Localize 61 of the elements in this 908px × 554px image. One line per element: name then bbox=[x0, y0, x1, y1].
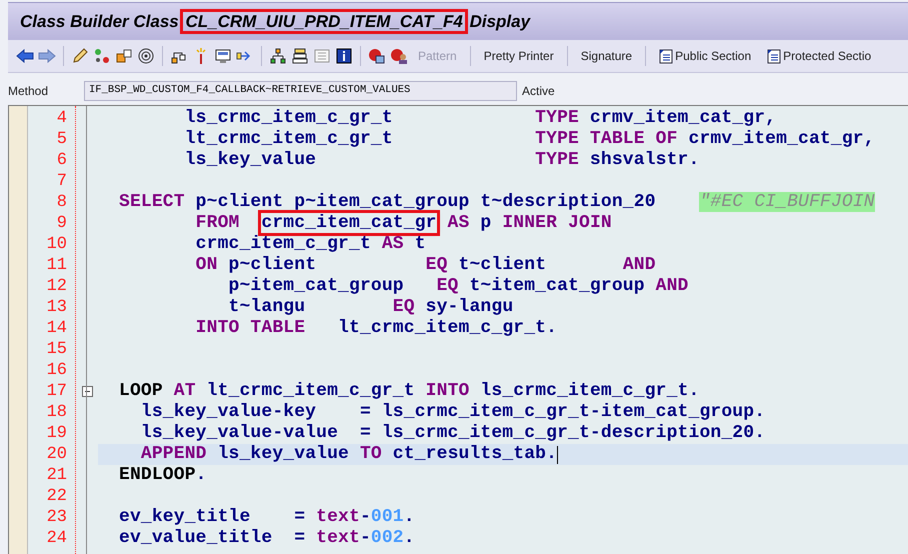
line-number: 7 bbox=[56, 171, 68, 192]
code-line: ON p~client EQ t~client AND bbox=[194, 255, 656, 276]
toolbar-button[interactable]: Pretty Printer bbox=[478, 47, 560, 65]
back-arrow-icon[interactable] bbox=[16, 49, 34, 63]
spiral-icon[interactable] bbox=[137, 47, 155, 65]
code-line: INTO TABLE lt_crmc_item_c_gr_t. bbox=[194, 318, 558, 339]
line-number: 14 bbox=[46, 318, 68, 339]
text-cursor bbox=[557, 446, 558, 464]
code-line: ls_key_value-value = ls_crmc_item_c_gr_t-description_20. bbox=[140, 423, 766, 444]
line-number: 24 bbox=[46, 528, 68, 549]
line-number: 15 bbox=[46, 339, 68, 360]
code-line: APPEND ls_key_value TO ct_results_tab. bbox=[140, 444, 558, 465]
toolbar-button[interactable]: Protected Sectio bbox=[761, 47, 878, 65]
code-line: ls_key_value TYPE shsvalstr. bbox=[184, 150, 700, 171]
method-field[interactable]: IF_BSP_WD_CUSTOM_F4_CALLBACK~RETRIEVE_CUSTOM_VALUES bbox=[84, 81, 517, 101]
screen-icon[interactable] bbox=[214, 47, 232, 65]
fold-toggle[interactable] bbox=[82, 386, 92, 397]
code-line: crmc_item_c_gr_t AS t bbox=[194, 234, 426, 255]
code-line: ev_value_title = text-002. bbox=[119, 528, 415, 549]
method-label: Method bbox=[8, 83, 50, 100]
line-number: 11 bbox=[46, 255, 68, 276]
boxes-icon[interactable] bbox=[115, 47, 133, 65]
line-number: 8 bbox=[56, 192, 68, 213]
code-line: t~langu EQ sy-langu bbox=[228, 297, 514, 318]
code-line: FROM crmc_item_cat_gr AS p INNER JOIN bbox=[119, 213, 612, 234]
toolbar-button[interactable]: Signature bbox=[574, 47, 638, 65]
code-line: ls_key_value-key = ls_crmc_item_c_gr_t-item_cat_group. bbox=[140, 402, 766, 423]
dots-icon[interactable] bbox=[93, 47, 111, 65]
code-line: ev_key_title = text-001. bbox=[119, 507, 415, 528]
line-number: 12 bbox=[46, 276, 68, 297]
code-line: SELECT p~client p~item_cat_group t~description_20 "#EC CI_BUFFJOIN bbox=[119, 192, 875, 213]
line-number: 16 bbox=[46, 360, 68, 381]
window-title: Class Builder Class CL_CRM_UIU_PRD_ITEM_CAT_F4 Display bbox=[20, 8, 530, 34]
line-number: 6 bbox=[56, 150, 68, 171]
line-number: 10 bbox=[46, 234, 68, 255]
line-number: 13 bbox=[46, 297, 68, 318]
line-number: 23 bbox=[46, 507, 68, 528]
line-number: 19 bbox=[46, 423, 68, 444]
document-icon bbox=[767, 48, 782, 64]
code-line: p~item_cat_group EQ t~item_cat_group AND bbox=[228, 276, 689, 297]
code-line: ENDLOOP. bbox=[119, 465, 207, 486]
code-line: ls_crmc_item_c_gr_t TYPE crmv_item_cat_gr, bbox=[184, 108, 776, 129]
code-line: lt_crmc_item_c_gr_t TYPE TABLE OF crmv_item_cat_gr, bbox=[184, 129, 875, 150]
document-icon bbox=[659, 48, 674, 64]
stop-screen-icon[interactable] bbox=[368, 47, 386, 65]
line-number: 9 bbox=[56, 213, 68, 234]
pencil-icon[interactable] bbox=[71, 47, 89, 65]
line-number: 5 bbox=[56, 129, 68, 150]
info-icon[interactable] bbox=[335, 47, 353, 65]
line-number: 18 bbox=[46, 402, 68, 423]
stop-person-icon[interactable] bbox=[390, 47, 408, 65]
line-number: 21 bbox=[46, 465, 68, 486]
line-number: 20 bbox=[46, 444, 68, 465]
toolbar-button[interactable]: Public Section bbox=[653, 47, 758, 65]
stack-icon[interactable] bbox=[291, 47, 309, 65]
line-number: 17 bbox=[46, 381, 68, 402]
hierarchy-icon[interactable] bbox=[269, 47, 287, 65]
code-line: LOOP AT lt_crmc_item_c_gr_t INTO ls_crmc_item_c_gr_t. bbox=[119, 381, 700, 402]
line-number: 22 bbox=[46, 486, 68, 507]
line-number: 4 bbox=[56, 108, 68, 129]
status-label: Active bbox=[522, 83, 555, 100]
